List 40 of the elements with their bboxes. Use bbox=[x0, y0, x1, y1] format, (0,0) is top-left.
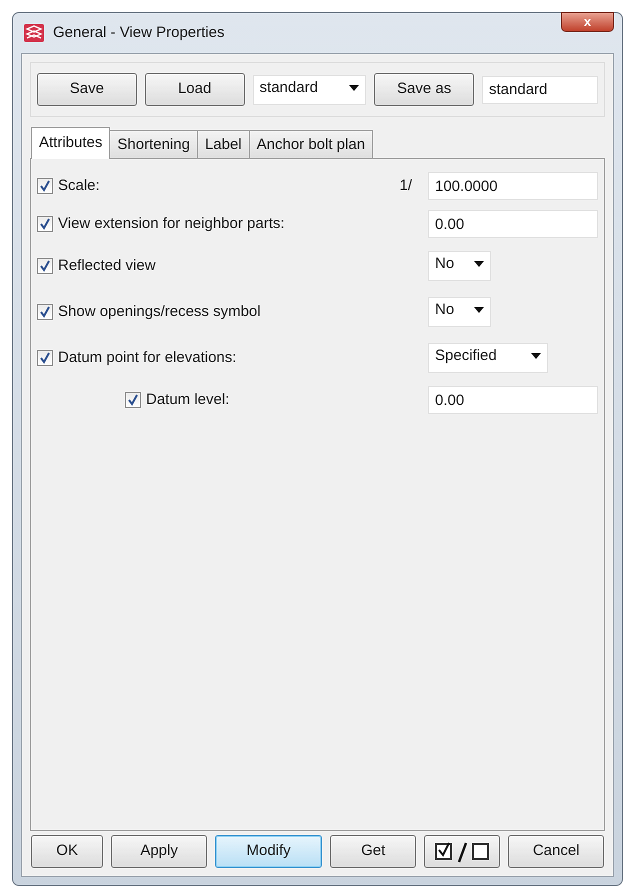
checkbox[interactable] bbox=[37, 178, 53, 194]
checkbox[interactable] bbox=[125, 392, 141, 408]
dropdown-arrow-icon bbox=[349, 84, 360, 90]
input-field[interactable]: 0.00 bbox=[428, 386, 598, 414]
dropdown[interactable]: No bbox=[428, 251, 491, 281]
checkbox[interactable] bbox=[37, 258, 53, 274]
save-as-field[interactable]: standard bbox=[482, 76, 598, 104]
tab[interactable]: Shortening bbox=[109, 130, 198, 159]
dialog-button[interactable]: OK bbox=[31, 835, 104, 868]
dialog-button[interactable]: Cancel bbox=[508, 835, 604, 868]
checkbox[interactable] bbox=[37, 350, 53, 366]
dropdown[interactable]: No bbox=[428, 297, 491, 327]
toggle-all-button[interactable] bbox=[424, 835, 500, 868]
field-label: Scale: bbox=[58, 176, 100, 196]
input-field[interactable]: 0.00 bbox=[428, 210, 598, 238]
dropdown-arrow-icon bbox=[474, 307, 484, 313]
dialog-button[interactable]: Apply bbox=[111, 835, 207, 868]
dialog-button[interactable]: Get bbox=[330, 835, 416, 868]
window-title: General - View Properties bbox=[53, 22, 224, 43]
scale-prefix: 1/ bbox=[399, 176, 412, 196]
field-label: Datum point for elevations: bbox=[58, 348, 236, 368]
input-field[interactable]: 100.0000 bbox=[428, 172, 598, 200]
tab[interactable]: Attributes bbox=[31, 127, 110, 159]
dropdown-arrow-icon bbox=[531, 353, 541, 359]
app-icon bbox=[23, 23, 45, 43]
tab[interactable]: Label bbox=[196, 130, 250, 159]
field-label: Reflected view bbox=[58, 256, 156, 276]
field-label: Datum level: bbox=[146, 390, 230, 410]
dropdown-arrow-icon bbox=[474, 261, 484, 267]
checkbox[interactable] bbox=[37, 304, 53, 320]
checkbox[interactable] bbox=[37, 216, 53, 232]
preset-dropdown[interactable]: standard bbox=[252, 74, 366, 104]
toolbar-button[interactable]: Load bbox=[144, 73, 245, 106]
tab[interactable]: Anchor bolt plan bbox=[248, 130, 374, 159]
dialog-button[interactable]: Modify bbox=[214, 835, 322, 868]
field-label: View extension for neighbor parts: bbox=[58, 214, 285, 234]
toolbar-button[interactable]: Save bbox=[37, 73, 137, 106]
save-as-button[interactable]: Save as bbox=[374, 73, 474, 106]
field-label: Show openings/recess symbol bbox=[58, 302, 261, 322]
dropdown[interactable]: Specified bbox=[428, 343, 548, 373]
